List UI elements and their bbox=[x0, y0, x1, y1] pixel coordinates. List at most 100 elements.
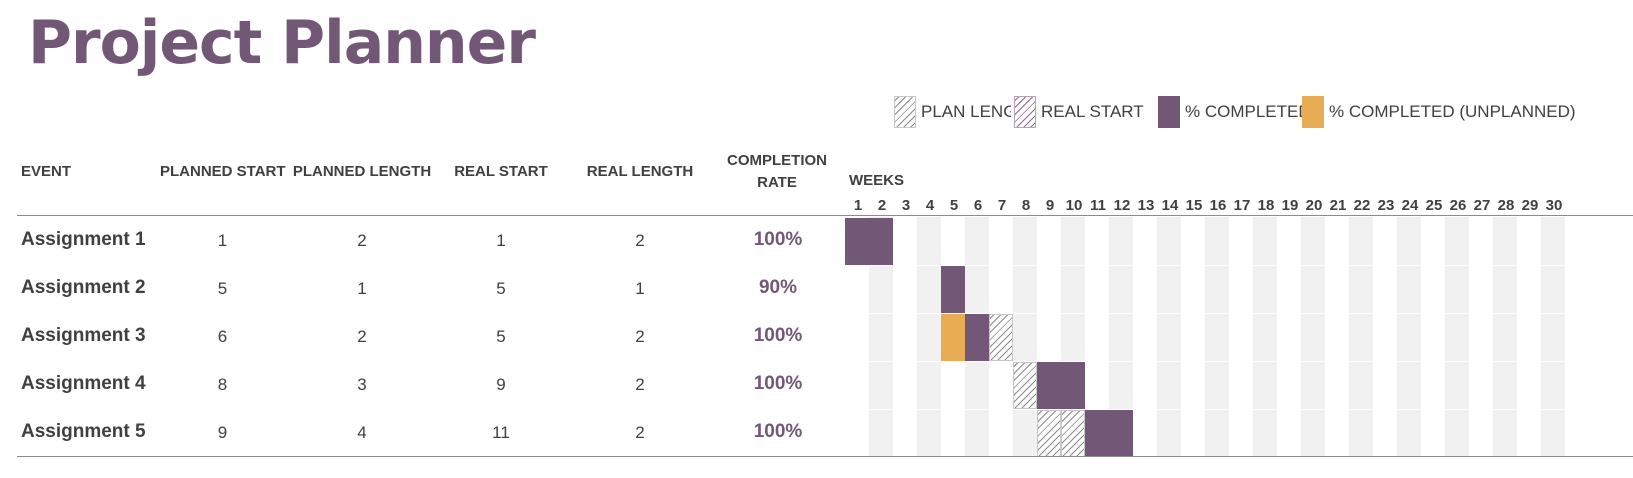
header-divider bbox=[17, 215, 1633, 216]
planned-start-cell: 6 bbox=[217, 327, 228, 346]
real-start-cell: 5 bbox=[496, 279, 506, 298]
week-number: 24 bbox=[1401, 197, 1419, 214]
event-name: Assignment 3 bbox=[21, 325, 146, 346]
week-band bbox=[1301, 217, 1325, 456]
gantt-bar-plan bbox=[1037, 410, 1061, 457]
planned-length-cell: 2 bbox=[357, 231, 367, 250]
completion-rate-cell: 100% bbox=[753, 373, 803, 394]
event-name: Assignment 2 bbox=[21, 277, 146, 298]
week-number: 2 bbox=[877, 197, 887, 214]
week-number: 1 bbox=[853, 197, 863, 214]
event-name: Assignment 5 bbox=[21, 421, 146, 442]
week-number: 19 bbox=[1281, 197, 1299, 214]
week-band bbox=[1013, 217, 1037, 456]
week-number: 14 bbox=[1161, 197, 1179, 214]
plan-length-swatch bbox=[894, 96, 916, 128]
week-number: 8 bbox=[1021, 197, 1031, 214]
table-bottom-border bbox=[17, 456, 1633, 457]
week-number: 18 bbox=[1257, 197, 1275, 214]
real-length-cell: 2 bbox=[635, 375, 645, 394]
row-separator bbox=[845, 361, 1567, 362]
week-number: 23 bbox=[1377, 197, 1395, 214]
week-number: 30 bbox=[1545, 197, 1563, 214]
real-start-cell: 9 bbox=[496, 375, 506, 394]
week-number: 22 bbox=[1353, 197, 1371, 214]
week-number: 11 bbox=[1090, 197, 1106, 214]
event-name: Assignment 4 bbox=[21, 373, 146, 394]
real-length-cell: 2 bbox=[635, 231, 645, 250]
row-separator bbox=[845, 409, 1567, 410]
planned-length-cell: 3 bbox=[357, 375, 367, 394]
real-start-cell: 5 bbox=[496, 327, 506, 346]
week-number: 27 bbox=[1473, 197, 1491, 214]
week-number: 12 bbox=[1113, 197, 1131, 214]
gantt-bar-plan bbox=[1013, 362, 1037, 409]
planned-start-cell: 8 bbox=[217, 375, 228, 394]
week-number: 9 bbox=[1045, 197, 1055, 214]
header-real-length: REAL LENGTH bbox=[586, 163, 694, 180]
real-start-cell: 1 bbox=[496, 231, 506, 250]
unplanned-swatch bbox=[1302, 96, 1324, 128]
week-band bbox=[1349, 217, 1373, 456]
completion-rate-cell: 100% bbox=[753, 229, 803, 250]
legend-real-start: REAL START bbox=[1041, 102, 1144, 121]
planned-length-cell: 2 bbox=[357, 327, 367, 346]
week-number: 28 bbox=[1497, 197, 1515, 214]
planned-start-cell: 5 bbox=[217, 279, 228, 298]
completion-rate-cell: 100% bbox=[753, 325, 803, 346]
week-band bbox=[1253, 217, 1277, 456]
week-number: 17 bbox=[1233, 197, 1251, 214]
week-number: 7 bbox=[997, 197, 1007, 214]
gantt-bar-completed bbox=[941, 266, 965, 313]
real-length-cell: 1 bbox=[635, 279, 645, 298]
gantt-bar-completed bbox=[965, 314, 989, 361]
week-number: 16 bbox=[1209, 197, 1227, 214]
real-length-cell: 2 bbox=[635, 423, 645, 442]
gantt-bar-plan bbox=[1061, 410, 1085, 457]
completion-rate-cell: 100% bbox=[753, 421, 803, 442]
planned-start-cell: 1 bbox=[217, 231, 228, 250]
legend-completed-unplanned: % COMPLETED (UNPLANNED) bbox=[1329, 102, 1576, 121]
gantt-bar-completed bbox=[1061, 362, 1085, 409]
planned-length-cell: 1 bbox=[357, 279, 367, 298]
week-number: 21 bbox=[1329, 197, 1347, 214]
header-real-start: REAL START bbox=[454, 163, 548, 180]
real-start-swatch bbox=[1014, 96, 1036, 128]
gantt-bar-completed bbox=[845, 218, 869, 265]
event-name: Assignment 1 bbox=[21, 229, 146, 250]
gantt-bar-unplanned bbox=[941, 314, 965, 361]
planned-start-cell: 9 bbox=[217, 423, 228, 442]
page-title: Project Planner bbox=[28, 8, 536, 78]
week-band bbox=[917, 217, 941, 456]
real-length-cell: 2 bbox=[635, 327, 645, 346]
gantt-bar-completed bbox=[869, 218, 893, 265]
header-planned-start: PLANNED START bbox=[160, 163, 286, 180]
week-band bbox=[1397, 217, 1421, 456]
header-event: EVENT bbox=[21, 163, 72, 180]
week-number: 10 bbox=[1065, 197, 1083, 214]
header-planned-length: PLANNED LENGTH bbox=[292, 163, 432, 180]
real-start-cell: 11 bbox=[492, 423, 510, 442]
week-number: 6 bbox=[973, 197, 983, 214]
planned-length-cell: 4 bbox=[357, 423, 367, 442]
week-number: 25 bbox=[1425, 197, 1443, 214]
week-number: 5 bbox=[949, 197, 959, 214]
completion-rate-cell: 90% bbox=[758, 277, 798, 298]
week-number: 3 bbox=[901, 197, 911, 214]
week-number: 29 bbox=[1521, 197, 1539, 214]
legend-plan-length: PLAN LENGTH bbox=[921, 102, 1011, 121]
completed-swatch bbox=[1158, 96, 1180, 128]
gantt-bar-completed bbox=[1109, 410, 1133, 457]
gantt-bar-completed bbox=[1037, 362, 1061, 409]
week-band bbox=[1205, 217, 1229, 456]
header-weeks: WEEKS bbox=[849, 172, 905, 189]
header-completion-rate: COMPLETION RATE bbox=[727, 152, 827, 191]
week-number: 13 bbox=[1137, 197, 1155, 214]
week-number: 4 bbox=[925, 197, 935, 214]
week-number: 26 bbox=[1449, 197, 1467, 214]
gantt-bar-plan bbox=[989, 314, 1013, 361]
week-band bbox=[1157, 217, 1181, 456]
week-number: 15 bbox=[1185, 197, 1203, 214]
gantt-bar-completed bbox=[1085, 410, 1109, 457]
week-band bbox=[1541, 217, 1565, 456]
